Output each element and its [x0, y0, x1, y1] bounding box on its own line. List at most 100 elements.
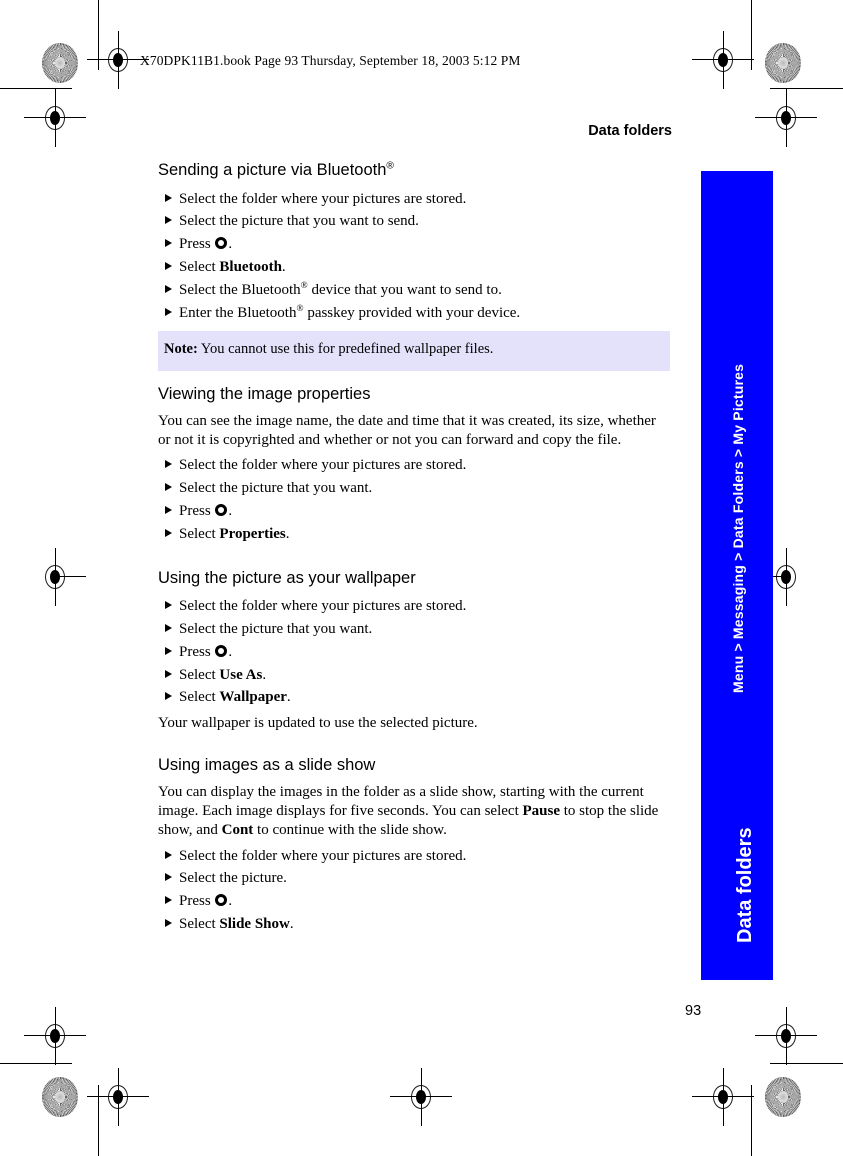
list-item: Select the Bluetooth® device that you wa… — [158, 279, 672, 302]
section-heading-sending-bluetooth: Sending a picture via Bluetooth® — [158, 160, 672, 181]
crop-line-bottom-left — [0, 1063, 72, 1065]
menu-item-name: Slide Show — [219, 915, 290, 932]
menu-item-name: Bluetooth — [219, 259, 282, 276]
period: . — [228, 236, 233, 253]
step-text-cont: passkey provided with your device. — [303, 304, 521, 321]
list-item: Select the folder where your pictures ar… — [158, 188, 672, 211]
step-text: Select — [179, 525, 216, 542]
print-density-target-bottom-left — [42, 1077, 78, 1117]
registration-mark-top-left — [87, 31, 149, 89]
list-item: Press . — [158, 233, 672, 256]
section-intro-slide-show: You can display the images in the folder… — [158, 783, 672, 841]
step-text: Press — [179, 643, 211, 660]
list-item: Select Slide Show. — [158, 913, 672, 936]
running-head: Data folders — [588, 123, 672, 139]
crop-line-left-vertical — [98, 0, 100, 70]
step-text: Select the picture that you want. — [179, 621, 373, 638]
center-select-key-icon — [215, 504, 228, 516]
menu-item-name: Use As — [219, 666, 263, 683]
step-text: Enter the Bluetooth — [179, 304, 297, 321]
chapter-side-tab: Menu > Messaging > Data Folders > My Pic… — [701, 171, 773, 980]
list-item: Select the folder where your pictures ar… — [158, 454, 672, 477]
step-text-cont: device that you want to send to. — [307, 281, 502, 298]
print-density-target-top-right — [765, 43, 801, 83]
period: . — [289, 915, 294, 932]
step-text: Select the Bluetooth — [179, 281, 301, 298]
step-list-sending-bluetooth: Select the folder where your pictures ar… — [158, 188, 672, 325]
registration-mark-right-middle — [755, 548, 803, 606]
step-text: Select the folder where your pictures ar… — [179, 847, 467, 864]
list-item: Select the folder where your pictures ar… — [158, 845, 672, 868]
side-tab-title: Data folders — [734, 827, 756, 943]
list-item: Enter the Bluetooth® passkey provided wi… — [158, 302, 672, 325]
step-text: Press — [179, 893, 211, 910]
registered-trademark-icon: ® — [386, 160, 394, 172]
section-heading-slide-show: Using images as a slide show — [158, 756, 376, 775]
registration-mark-bottom-right — [692, 1068, 754, 1126]
registration-mark-left-upper — [24, 89, 86, 147]
registered-trademark-icon: ® — [300, 280, 308, 291]
period: . — [285, 525, 290, 542]
step-text: Select — [179, 666, 216, 683]
step-text: Select the picture. — [179, 870, 287, 887]
menu-item-name: Properties — [219, 525, 286, 542]
registration-mark-bottom-left — [87, 1068, 149, 1126]
list-item: Select Properties. — [158, 523, 672, 546]
note-text: Note: You cannot use this for predefined… — [164, 341, 493, 358]
main-content: Sending a picture via Bluetooth® Select … — [158, 160, 672, 938]
center-select-key-icon — [215, 644, 228, 657]
registration-mark-right-lower — [755, 1007, 817, 1065]
period: . — [286, 689, 291, 706]
section-heading-text: Sending a picture via Bluetooth — [158, 161, 387, 179]
registration-mark-right-upper — [755, 89, 817, 147]
side-tab-breadcrumb: Menu > Messaging > Data Folders > My Pic… — [730, 363, 746, 693]
step-text: Select the folder where your pictures ar… — [179, 190, 467, 207]
page-number: 93 — [685, 1003, 702, 1019]
step-text: Select — [179, 259, 216, 276]
print-density-target-bottom-right — [765, 1077, 801, 1117]
period: . — [228, 503, 233, 519]
step-text: Press — [179, 236, 211, 253]
crop-line-top-left — [0, 88, 72, 90]
step-list-viewing-properties: Select the folder where your pictures ar… — [158, 454, 672, 545]
period: . — [228, 893, 233, 910]
list-item: Select the picture that you want to send… — [158, 210, 672, 233]
list-item: Press . — [158, 641, 672, 664]
list-item: Select Bluetooth. — [158, 256, 672, 279]
step-list-using-wallpaper: Select the folder where your pictures ar… — [158, 595, 672, 709]
step-list-slide-show: Select the folder where your pictures ar… — [158, 845, 672, 936]
menu-item-name: Pause — [522, 803, 560, 820]
list-item: Press . — [158, 500, 672, 523]
list-item: Select the picture that you want. — [158, 477, 672, 500]
section-heading-viewing-properties: Viewing the image properties — [158, 385, 371, 404]
registered-trademark-icon: ® — [296, 303, 304, 314]
note-label: Note: — [164, 341, 198, 357]
period: . — [228, 643, 233, 660]
center-select-key-icon — [215, 237, 228, 250]
step-text: Press — [179, 503, 211, 519]
step-text: Select — [179, 915, 216, 932]
step-text: Select — [179, 689, 216, 706]
section-intro-viewing-properties: You can see the image name, the date and… — [158, 413, 656, 449]
section-outro-using-wallpaper: Your wallpaper is updated to use the sel… — [158, 715, 478, 732]
print-density-target-top-left — [42, 43, 78, 83]
crop-line-right-vertical-bottom — [751, 1085, 753, 1156]
list-item: Select the picture that you want. — [158, 618, 672, 641]
step-text: Select the picture that you want. — [179, 480, 373, 497]
menu-item-name: Wallpaper — [219, 689, 287, 706]
step-text: Select the picture that you want to send… — [179, 213, 419, 230]
crop-line-right-vertical — [751, 0, 753, 70]
crop-line-bottom-right — [770, 1063, 843, 1065]
crop-line-left-vertical-bottom — [98, 1085, 100, 1156]
file-banner-text: X70DPK11B1.book Page 93 Thursday, Septem… — [140, 53, 521, 68]
registration-mark-left-middle — [38, 548, 86, 606]
list-item: Press . — [158, 890, 672, 913]
crop-line-top-right — [770, 88, 843, 90]
section-heading-using-wallpaper: Using the picture as your wallpaper — [158, 568, 416, 587]
period: . — [262, 666, 267, 683]
list-item: Select the folder where your pictures ar… — [158, 595, 672, 618]
intro-part-c: to continue with the slide show. — [253, 822, 447, 839]
list-item: Select Wallpaper. — [158, 686, 672, 709]
menu-item-name: Cont — [221, 822, 254, 839]
note-body: You cannot use this for predefined wallp… — [200, 341, 494, 357]
